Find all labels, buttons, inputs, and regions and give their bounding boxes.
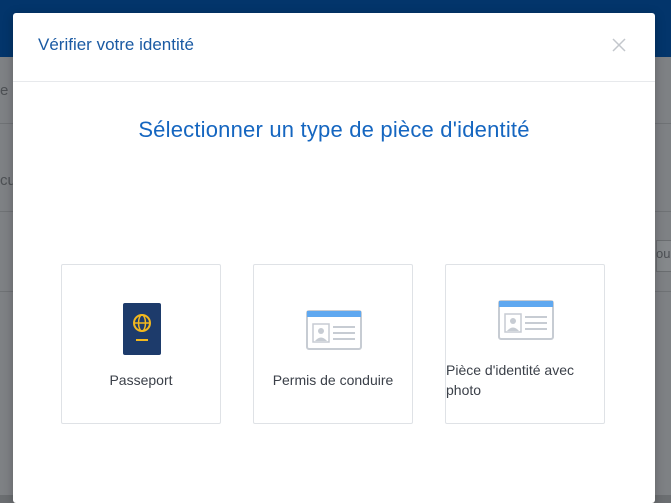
- option-photo-id[interactable]: Pièce d'identité avec photo: [445, 264, 605, 424]
- page-heading: Sélectionner un type de pièce d'identité: [138, 117, 530, 142]
- id-card-icon: [498, 300, 554, 340]
- passport-icon: [123, 303, 161, 355]
- modal-header: Vérifier votre identité: [13, 13, 655, 82]
- close-icon: [612, 38, 626, 52]
- verify-identity-modal: Vérifier votre identité Sélectionner un …: [13, 13, 655, 503]
- option-label: Passeport: [109, 372, 173, 388]
- option-label: Permis de conduire: [272, 372, 394, 388]
- option-passport[interactable]: Passeport: [61, 264, 221, 424]
- modal-title: Vérifier votre identité: [38, 35, 194, 54]
- option-drivers-license[interactable]: Permis de conduire: [253, 264, 413, 424]
- close-button[interactable]: [611, 37, 627, 53]
- background-text: ou: [656, 246, 671, 261]
- background-text: e: [0, 82, 9, 99]
- id-card-icon: [306, 310, 362, 350]
- option-label: Pièce d'identité avec photo: [446, 362, 574, 398]
